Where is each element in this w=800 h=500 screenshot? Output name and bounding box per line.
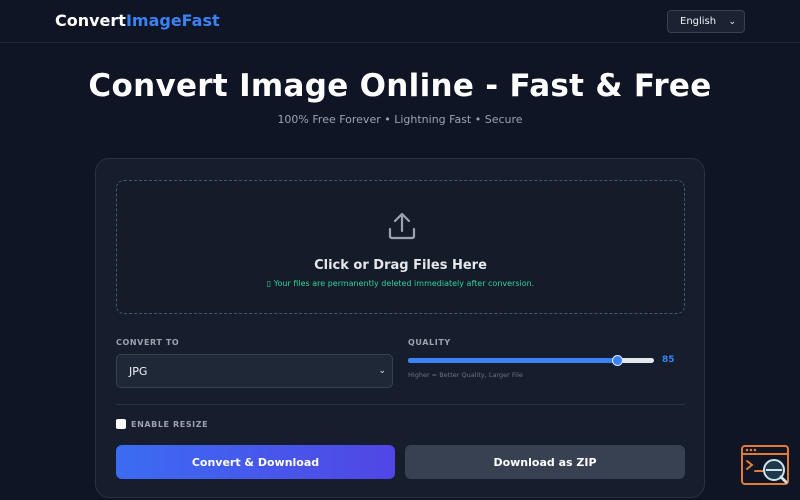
privacy-note: ▯ Your files are permanently deleted imm…	[266, 279, 535, 288]
quality-hint: Higher = Better Quality, Larger File	[408, 371, 523, 379]
chevron-down-icon: ⌄	[728, 16, 736, 27]
chevron-down-icon: ⌄	[378, 366, 386, 376]
enable-resize-label: ENABLE RESIZE	[131, 420, 209, 429]
logo-text-main: Convert	[55, 11, 126, 30]
quality-slider-fill	[408, 358, 618, 363]
section-divider	[116, 404, 685, 405]
dropzone-title: Click or Drag Files Here	[314, 258, 487, 273]
upload-icon	[388, 212, 416, 240]
language-select-value: English	[680, 16, 717, 27]
quality-slider-thumb[interactable]	[612, 355, 624, 366]
language-select[interactable]: English ⌄	[667, 10, 745, 33]
logo-text-accent: ImageFast	[125, 11, 220, 30]
download-zip-button[interactable]: Download as ZIP	[405, 445, 685, 479]
format-select-value: JPG	[129, 364, 148, 378]
quality-slider[interactable]	[408, 355, 654, 366]
quality-label: QUALITY	[408, 338, 451, 347]
quality-value: 85	[662, 355, 675, 365]
page-title: Convert Image Online - Fast & Free	[88, 68, 712, 104]
convert-download-button[interactable]: Convert & Download	[116, 445, 395, 479]
file-dropzone[interactable]: Click or Drag Files Here ▯ Your files ar…	[116, 180, 685, 314]
top-navbar: ConvertImageFast English ⌄	[0, 0, 800, 43]
console-search-icon[interactable]	[741, 445, 789, 485]
page-subtitle: 100% Free Forever • Lightning Fast • Sec…	[277, 113, 523, 126]
format-select[interactable]: JPG ⌄	[116, 354, 393, 388]
convert-to-label: CONVERT TO	[116, 338, 180, 347]
site-logo[interactable]: ConvertImageFast	[55, 11, 220, 30]
converter-card: Click or Drag Files Here ▯ Your files ar…	[95, 158, 705, 498]
enable-resize-checkbox[interactable]	[116, 419, 126, 429]
